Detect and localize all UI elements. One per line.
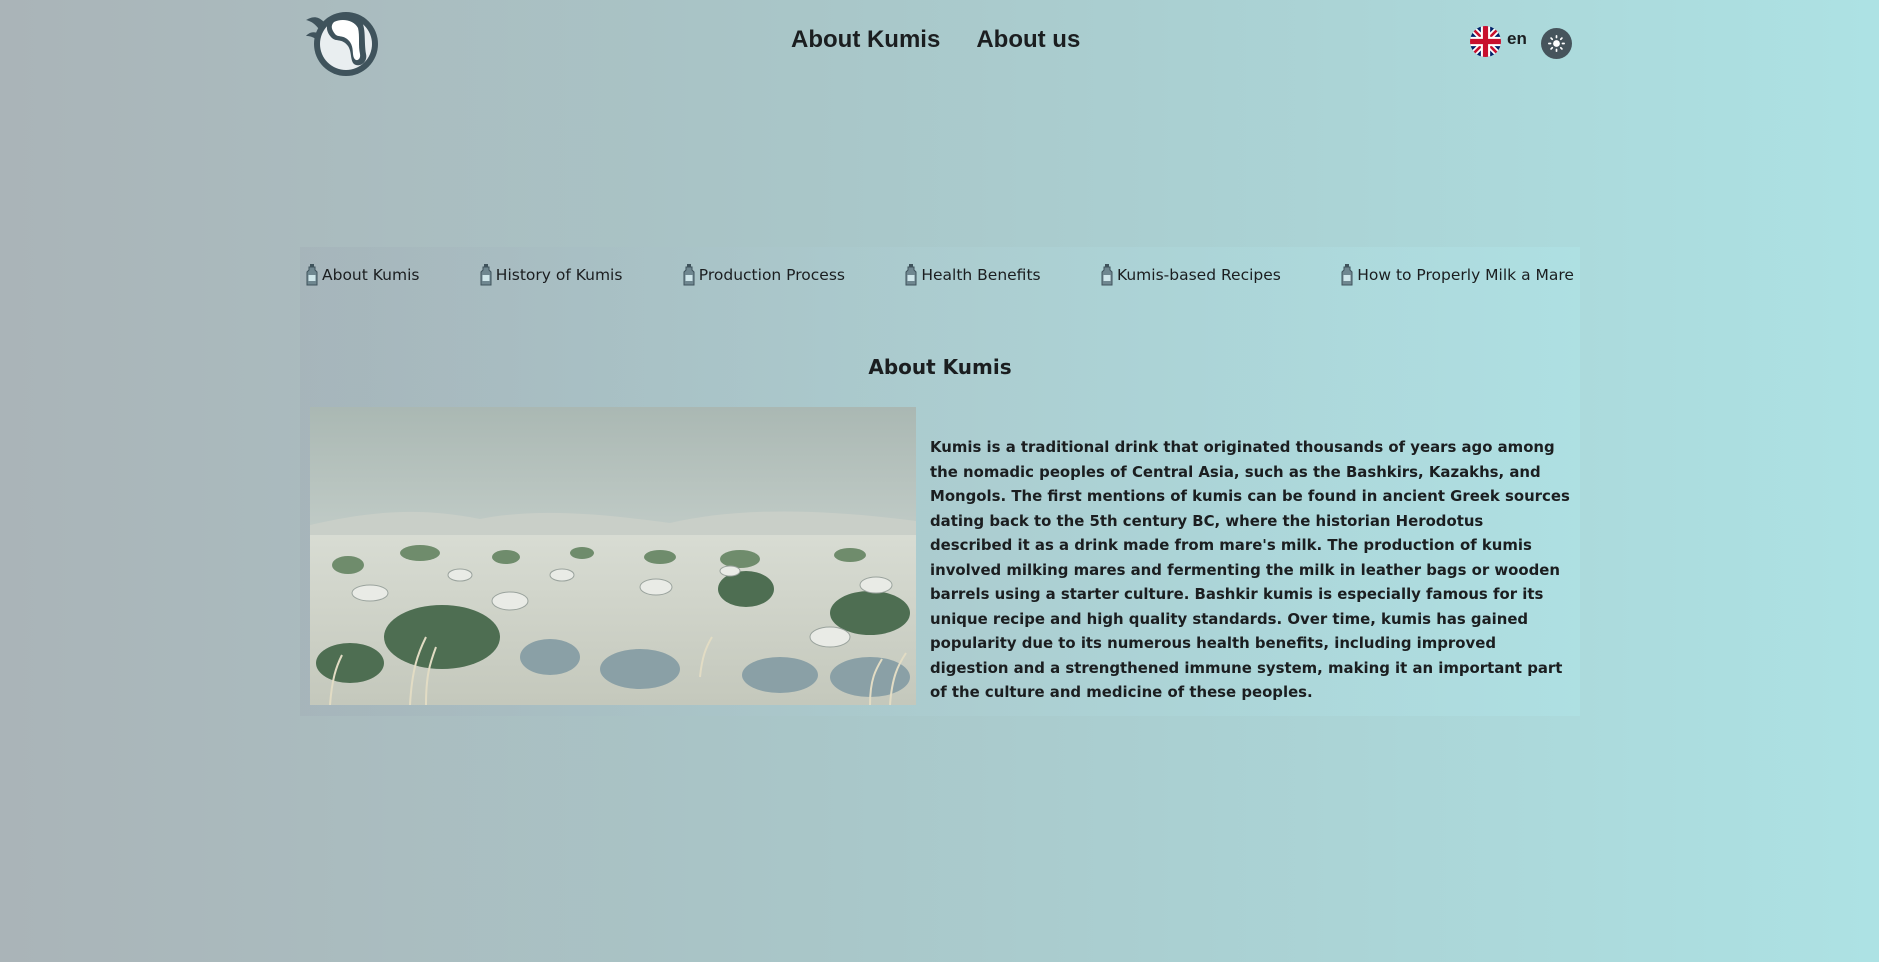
section-navigation: About Kumis History of Kumis Production … xyxy=(300,247,1580,303)
subnav-item-health-benefits[interactable]: Health Benefits xyxy=(905,264,1041,286)
sun-icon xyxy=(1548,35,1565,52)
language-code: en xyxy=(1507,28,1527,48)
subnav-item-about-kumis[interactable]: About Kumis xyxy=(306,264,419,286)
subnav-item-recipes[interactable]: Kumis-based Recipes xyxy=(1101,264,1281,286)
subnav-item-history[interactable]: History of Kumis xyxy=(480,264,623,286)
subnav-label: How to Properly Milk a Mare xyxy=(1357,266,1574,284)
horse-head-logo-icon[interactable] xyxy=(306,8,382,78)
nav-link-about-us[interactable]: About us xyxy=(976,26,1080,54)
steppe-horses-image xyxy=(310,407,916,705)
content-panel: About Kumis History of Kumis Production … xyxy=(300,247,1580,716)
section-body-text: Kumis is a traditional drink that origin… xyxy=(930,438,1570,701)
subnav-label: Kumis-based Recipes xyxy=(1116,266,1281,284)
subnav-item-production[interactable]: Production Process xyxy=(683,264,845,286)
subnav-label: Production Process xyxy=(698,266,845,284)
subnav-label: History of Kumis xyxy=(495,266,623,284)
subnav-label: Health Benefits xyxy=(921,266,1041,284)
bottle-icon xyxy=(1341,264,1353,286)
bottle-icon xyxy=(480,264,492,286)
language-selector[interactable]: en xyxy=(1470,26,1527,57)
nav-link-about-kumis[interactable]: About Kumis xyxy=(791,26,940,54)
bottle-icon xyxy=(905,264,917,286)
bottle-icon xyxy=(683,264,695,286)
top-navigation: About Kumis About us xyxy=(791,26,1080,54)
subnav-label: About Kumis xyxy=(322,266,420,284)
subnav-item-milk-a-mare[interactable]: How to Properly Milk a Mare xyxy=(1341,264,1574,286)
section-title: About Kumis xyxy=(868,355,1012,379)
bottle-icon xyxy=(306,264,318,286)
uk-flag-icon xyxy=(1470,26,1501,57)
site-header: About Kumis About us en xyxy=(300,0,1580,86)
bottle-icon xyxy=(1101,264,1113,286)
theme-toggle-button[interactable] xyxy=(1541,28,1572,59)
